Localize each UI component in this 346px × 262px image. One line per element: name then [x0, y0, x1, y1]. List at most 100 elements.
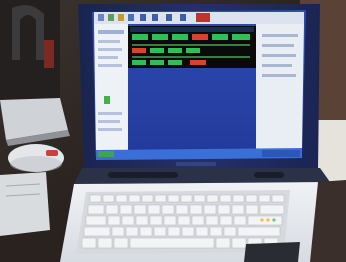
sidebar-item: [98, 128, 122, 131]
key: [167, 226, 181, 237]
key: [89, 194, 102, 203]
ticker-cell-green: [212, 34, 228, 40]
bezel-logo: [176, 162, 216, 166]
ticker-cell-green: [152, 34, 168, 40]
status-led: [260, 218, 264, 222]
key: [219, 194, 232, 203]
key: [233, 215, 247, 226]
sidebar-item: [98, 120, 120, 123]
taskbar-start: [98, 151, 114, 157]
sidebar-item: [98, 48, 122, 51]
key: [147, 204, 161, 215]
key: [133, 204, 147, 215]
right-panel-row: [262, 34, 298, 37]
ticker-row-line: [132, 44, 250, 46]
left-paper: [0, 172, 50, 236]
key: [247, 215, 283, 226]
key: [113, 237, 129, 249]
key: [219, 215, 233, 226]
key: [259, 204, 285, 215]
ticker-cell-green: [186, 48, 200, 53]
ticker-cell-green: [172, 34, 188, 40]
ticker-row-line: [132, 56, 250, 58]
key: [125, 226, 139, 237]
key: [87, 204, 105, 215]
ticker-cell-red: [192, 34, 208, 40]
ticker-header-row: [130, 27, 254, 32]
toolbar-icon: [108, 14, 114, 21]
photo: [0, 0, 346, 262]
hinge-grip: [254, 172, 284, 178]
sidebar-item: [98, 64, 122, 67]
key: [189, 204, 203, 215]
key: [191, 215, 205, 226]
key: [97, 237, 113, 249]
ticker-cell-green: [168, 48, 182, 53]
key: [215, 237, 231, 249]
touchpad: [244, 242, 300, 262]
toolbar-icon: [152, 14, 158, 21]
key: [175, 204, 189, 215]
sidebar-item: [98, 56, 118, 59]
key: [231, 204, 245, 215]
key: [193, 194, 206, 203]
sidebar-green-icon: [104, 96, 110, 104]
key: [271, 194, 285, 203]
right-panel-row: [262, 74, 296, 77]
right-panel-row: [262, 64, 292, 67]
key: [217, 204, 231, 215]
key: [115, 194, 128, 203]
ticker-cell-red: [132, 48, 146, 53]
toolbar-icon: [180, 14, 186, 21]
key: [161, 204, 175, 215]
right-panel-row: [262, 44, 294, 47]
key: [180, 194, 193, 203]
ticker-cell-green: [150, 48, 164, 53]
screen-sidebar: [94, 24, 128, 158]
sidebar-item: [98, 30, 124, 34]
key: [258, 194, 271, 203]
toolbar-red-tab: [196, 13, 210, 22]
key: [245, 194, 258, 203]
mouse-shadow: [10, 156, 62, 172]
key: [237, 226, 281, 237]
key: [85, 215, 107, 226]
key: [105, 204, 119, 215]
spacebar: [129, 237, 215, 249]
key: [139, 226, 153, 237]
sidebar-item: [98, 40, 120, 43]
toolbar-icon: [128, 14, 134, 21]
key: [209, 226, 223, 237]
key: [153, 226, 167, 237]
ticker-cell-green: [150, 60, 164, 65]
key: [167, 194, 180, 203]
taskbar-tray: [262, 150, 300, 157]
toolbar-icon: [166, 14, 172, 21]
ticker-cell-green: [168, 60, 182, 65]
toolbar-icon: [118, 14, 124, 21]
key: [206, 194, 219, 203]
key: [232, 194, 245, 203]
status-led: [272, 218, 276, 222]
screen-right-panel: [256, 24, 304, 152]
right-panel-row: [262, 54, 296, 57]
key: [107, 215, 121, 226]
key: [149, 215, 163, 226]
key: [83, 226, 111, 237]
toolbar-icon: [98, 14, 104, 21]
key: [195, 226, 209, 237]
status-led: [266, 218, 270, 222]
key: [245, 204, 259, 215]
ticker-cell-green: [132, 60, 146, 65]
key: [121, 215, 135, 226]
key: [154, 194, 167, 203]
mouse-accent: [46, 150, 58, 156]
key: [203, 204, 217, 215]
key: [223, 226, 237, 237]
key: [128, 194, 141, 203]
ticker-cell-red: [190, 60, 206, 65]
foreground-left-desk: [0, 232, 60, 262]
key: [181, 226, 195, 237]
ticker-cell-green: [132, 34, 148, 40]
sidebar-item: [98, 112, 122, 115]
